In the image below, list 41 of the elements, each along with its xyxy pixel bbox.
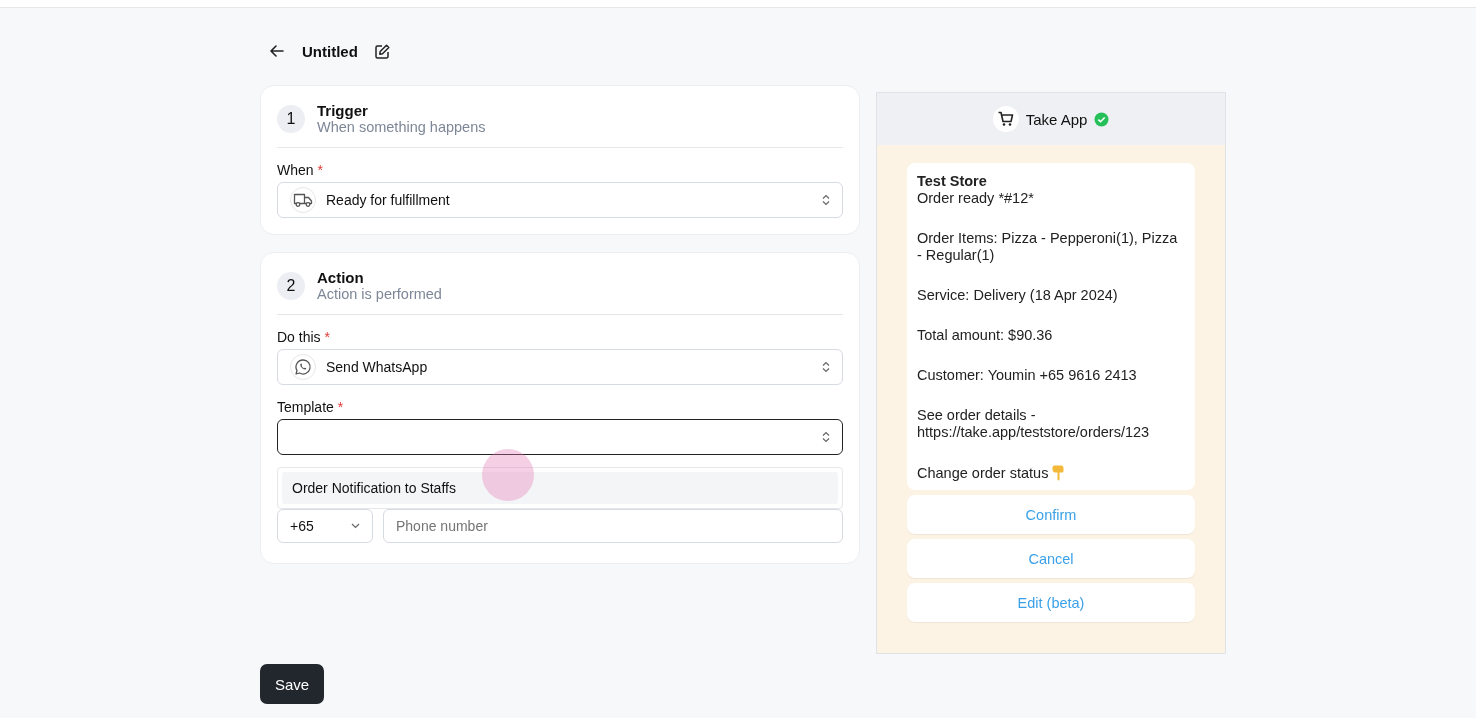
step-title: Action [317, 269, 365, 286]
chevron-updown-icon [822, 431, 830, 443]
required-mark: * [324, 329, 331, 345]
select-field[interactable]: Send WhatsApp [277, 349, 843, 385]
select-value: Send WhatsApp [326, 359, 428, 375]
page-title: Untitled [302, 42, 358, 60]
step-number: 2 [277, 271, 305, 300]
step-title: Trigger [317, 102, 369, 119]
message-text: Service: Delivery (18 Apr 2024) [917, 287, 1119, 304]
select-value: Ready for fulfillment [326, 192, 450, 208]
country-code-select[interactable]: +65 [277, 509, 373, 543]
cart-icon [996, 110, 1015, 128]
click-indicator [482, 449, 534, 501]
field-label: When * [277, 162, 325, 178]
message-text: Order Items: Pizza - Pepperoni(1), Pizza - Regular(1) [917, 230, 1179, 264]
app-name: Take App [1025, 110, 1088, 128]
dropdown-option[interactable]: Order Notification to Staffs [282, 472, 838, 504]
select-field[interactable] [277, 419, 843, 455]
back-arrow-icon[interactable] [268, 42, 286, 60]
required-mark: * [317, 162, 324, 178]
message-text: Change order status [917, 464, 1049, 482]
save-button[interactable]: Save [260, 664, 325, 704]
message-text: Order ready *#12* [917, 190, 1035, 207]
chevron-down-icon [351, 523, 360, 529]
chevron-updown-icon [822, 361, 830, 373]
edit-icon[interactable] [373, 42, 391, 60]
step-subtitle: When something happens [317, 119, 486, 135]
phone-input[interactable]: Phone number [383, 509, 843, 543]
select-field[interactable]: Ready for fulfillment [277, 182, 843, 218]
whatsapp-icon [294, 358, 312, 376]
message-text: Customer: Youmin +65 9616 2413 [917, 367, 1138, 384]
step-subtitle: Action is performed [317, 286, 442, 302]
field-label: Do this * [277, 329, 332, 345]
message-text: See order details - https://take.app/teststore/orders/123 [917, 407, 1151, 441]
message-title: Test Store [917, 173, 988, 190]
message-text: Total amount: $90.36 [917, 327, 1054, 344]
field-label: Template * [277, 399, 345, 415]
step-number: 1 [277, 104, 305, 133]
chevron-updown-icon [822, 194, 830, 206]
required-mark: * [337, 399, 344, 415]
truck-icon [293, 192, 313, 208]
